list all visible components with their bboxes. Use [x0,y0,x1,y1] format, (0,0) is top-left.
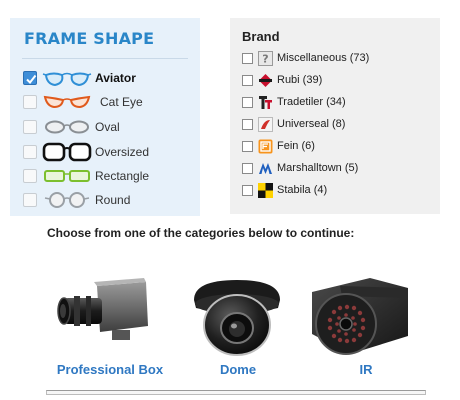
shape-option-aviator[interactable]: Aviator [23,68,198,88]
brand-option-rubi[interactable]: Rubi (39) [242,72,437,88]
oval-label: Oval [95,120,120,134]
rectangle-label: Rectangle [95,169,150,183]
dome-label: Dome [219,362,257,377]
brand-title: Brand [242,29,280,44]
aviator-checkbox[interactable] [23,71,37,85]
oversized-label: Oversized [95,145,150,159]
question-mark-icon: ? [258,50,273,66]
tradetiler-label: Tradetiler (34) [277,96,346,108]
shape-option-oval[interactable]: Oval [23,117,198,137]
universeal-label: Universeal (8) [277,118,346,130]
marshalltown-label: Marshalltown (5) [277,162,359,174]
rubi-logo-icon [259,73,272,87]
aviator-label: Aviator [95,71,136,85]
oversized-checkbox[interactable] [23,145,37,159]
miscellaneous-label: Miscellaneous (73) [277,52,370,64]
stabila-label: Stabila (4) [277,184,328,196]
rectangle-checkbox[interactable] [23,169,37,183]
svg-text:?: ? [262,52,268,65]
shape-option-round[interactable]: Round [23,190,198,210]
brand-filter-panel: Brand ? Miscellaneous (73) Rubi (39) Tra… [230,18,440,214]
category-dome[interactable]: Dome [178,278,298,382]
brand-option-marshalltown[interactable]: Marshalltown (5) [242,160,437,176]
brand-option-universeal[interactable]: Universeal (8) [242,116,437,132]
ir-label: IR [359,362,373,377]
shape-option-cat-eye[interactable]: Cat Eye [23,92,198,112]
shape-option-oversized[interactable]: Oversized [23,142,198,162]
rubi-checkbox[interactable] [242,74,253,86]
frame-shape-panel: FRAME SHAPE Aviator Cat Eye Oval Oversiz… [10,18,200,216]
cat-eye-glasses-icon [43,95,91,109]
brand-option-tradetiler[interactable]: Tradetiler (34) [242,94,437,110]
brand-option-stabila[interactable]: Stabila (4) [242,182,437,198]
brand-option-miscellaneous[interactable]: ? Miscellaneous (73) [242,50,437,66]
category-professional-box[interactable]: Professional Box [50,278,170,382]
cat-eye-label: Cat Eye [100,95,143,109]
categories-scrollbar[interactable] [46,390,426,395]
frame-shape-title: FRAME SHAPE [24,29,155,48]
miscellaneous-checkbox[interactable] [242,52,253,64]
universeal-logo-icon [258,116,273,132]
round-label: Round [95,193,131,207]
aviator-glasses-icon [42,72,92,87]
tradetiler-logo-icon [259,95,272,109]
oval-glasses-icon [45,120,89,134]
shape-option-rectangle[interactable]: Rectangle [23,166,198,186]
universeal-checkbox[interactable] [242,118,253,130]
box-camera-icon [57,278,148,340]
professional-box-label: Professional Box [56,362,164,377]
fein-checkbox[interactable] [242,140,253,152]
stabila-checkbox[interactable] [242,184,253,196]
category-ir[interactable]: IR [306,278,426,382]
checkmark-icon [26,74,37,85]
brand-option-fein[interactable]: Fein (6) [242,138,437,154]
marshalltown-logo-icon [259,162,272,174]
choose-category-prompt: Choose from one of the categories below … [47,226,355,240]
fein-label: Fein (6) [277,140,315,152]
marshalltown-checkbox[interactable] [242,162,253,174]
stabila-logo-icon [258,182,273,198]
dome-camera-icon [194,280,280,356]
tradetiler-checkbox[interactable] [242,96,253,108]
cat-eye-checkbox[interactable] [23,95,37,109]
oval-checkbox[interactable] [23,120,37,134]
oversized-glasses-icon [42,142,92,162]
frame-shape-divider [22,58,188,59]
ir-camera-icon [312,278,408,355]
rectangle-glasses-icon [44,170,90,182]
round-checkbox[interactable] [23,193,37,207]
fein-logo-icon [258,139,273,153]
rubi-label: Rubi (39) [277,74,323,86]
round-glasses-icon [44,192,90,208]
